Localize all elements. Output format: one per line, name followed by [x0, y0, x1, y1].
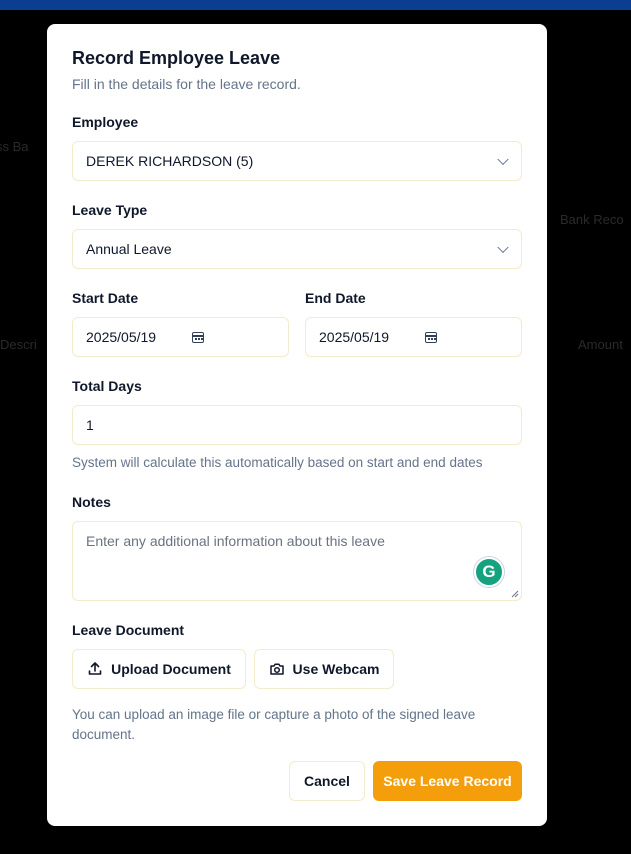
chevron-down-icon	[497, 241, 509, 254]
leave-document-label: Leave Document	[72, 622, 185, 638]
calendar-icon[interactable]	[425, 332, 437, 343]
notes-label: Notes	[72, 494, 111, 510]
start-date-value: 2025/05/19	[86, 329, 157, 345]
notes-placeholder: Enter any additional information about t…	[86, 533, 385, 549]
end-date-value: 2025/05/19	[319, 329, 390, 345]
leave-dialog: Record Employee Leave Fill in the detail…	[47, 24, 547, 826]
use-webcam-label: Use Webcam	[292, 661, 380, 677]
background-text: Bank Reco	[560, 212, 624, 227]
start-date-input[interactable]: 2025/05/19	[72, 317, 289, 357]
start-date-label: Start Date	[72, 290, 139, 306]
total-days-label: Total Days	[72, 378, 142, 394]
leave-type-select[interactable]: Annual Leave	[72, 229, 522, 269]
document-help: You can upload an image file or capture …	[72, 707, 476, 742]
notes-textarea[interactable]: Enter any additional information about t…	[72, 521, 522, 601]
cancel-button[interactable]: Cancel	[289, 761, 365, 801]
end-date-label: End Date	[305, 290, 366, 306]
use-webcam-button[interactable]: Use Webcam	[254, 649, 394, 689]
total-days-value: 1	[86, 417, 94, 433]
chevron-down-icon	[497, 153, 509, 166]
end-date-input[interactable]: 2025/05/19	[305, 317, 522, 357]
total-days-help: System will calculate this automatically…	[72, 455, 483, 470]
upload-icon	[88, 662, 102, 675]
employee-value: DEREK RICHARDSON (5)	[86, 153, 254, 169]
dialog-title: Record Employee Leave	[72, 48, 281, 68]
background-text: Amount	[578, 337, 623, 352]
app-top-bar	[0, 0, 631, 10]
upload-document-label: Upload Document	[111, 661, 231, 677]
cancel-label: Cancel	[304, 773, 350, 789]
calendar-icon[interactable]	[192, 332, 204, 343]
save-leave-record-button[interactable]: Save Leave Record	[373, 761, 522, 801]
total-days-input[interactable]: 1	[72, 405, 522, 445]
background-text: Descri	[0, 337, 37, 352]
upload-document-button[interactable]: Upload Document	[72, 649, 246, 689]
resize-handle-icon[interactable]	[511, 590, 519, 598]
leave-type-value: Annual Leave	[86, 241, 172, 257]
camera-icon	[269, 663, 284, 675]
employee-label: Employee	[72, 114, 139, 130]
grammarly-icon[interactable]: G	[474, 557, 504, 587]
leave-type-label: Leave Type	[72, 202, 148, 218]
background-text: ss Ba	[0, 139, 29, 154]
employee-select[interactable]: DEREK RICHARDSON (5)	[72, 141, 522, 181]
save-label: Save Leave Record	[383, 773, 512, 789]
dialog-subtitle: Fill in the details for the leave record…	[72, 76, 301, 92]
